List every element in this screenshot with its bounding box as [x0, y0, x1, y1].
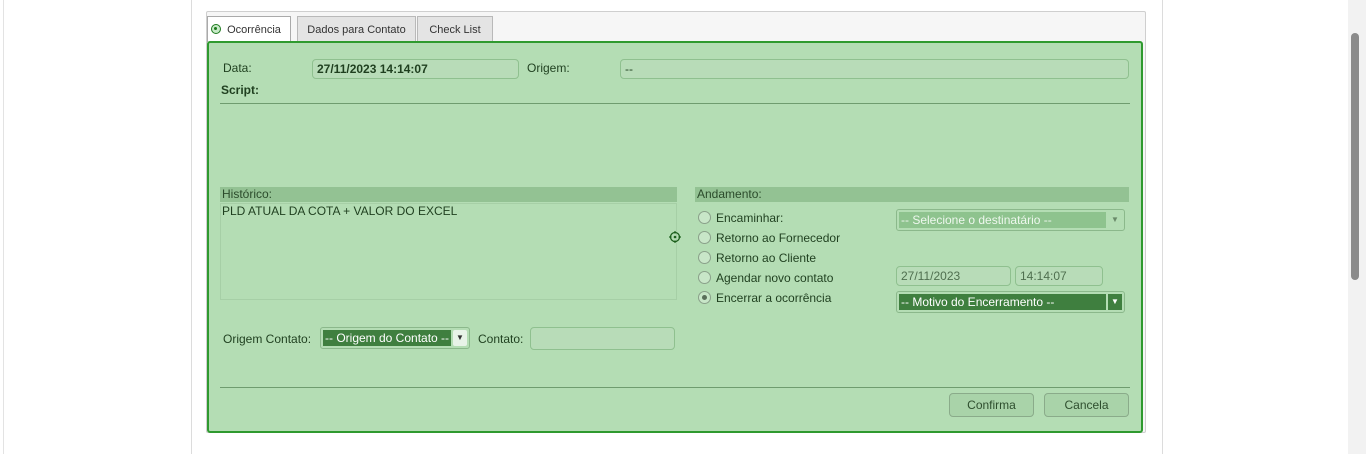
target-icon — [211, 24, 221, 34]
origem-field[interactable]: -- — [620, 59, 1129, 79]
data-field[interactable]: 27/11/2023 14:14:07 — [312, 59, 519, 79]
agendar-date-field[interactable]: 27/11/2023 — [896, 266, 1011, 286]
encaminhar-label: Encaminhar: — [716, 211, 784, 225]
motivo-encerramento-select[interactable]: -- Motivo do Encerramento -- ▼ — [896, 291, 1125, 313]
origem-contato-select-value: -- Origem do Contato -- — [323, 330, 451, 346]
tab-dados-label: Dados para Contato — [307, 24, 406, 36]
radio-encaminhar[interactable] — [698, 211, 711, 224]
radio-encerrar-ocorrencia[interactable] — [698, 291, 711, 304]
chevron-down-icon: ▼ — [1108, 294, 1122, 310]
contato-label: Contato: — [478, 332, 524, 346]
chevron-down-icon: ▼ — [453, 330, 467, 346]
cancela-button[interactable]: Cancela — [1044, 393, 1129, 417]
page-left-border — [3, 0, 4, 454]
tab-ocorrencia-label: Ocorrência — [227, 24, 281, 36]
agendar-contato-label: Agendar novo contato — [716, 271, 834, 285]
origem-label: Origem: — [527, 61, 570, 75]
historico-header: Histórico: — [220, 187, 677, 202]
radio-retorno-fornecedor[interactable] — [698, 231, 711, 244]
tab-ocorrencia[interactable]: Ocorrência — [207, 16, 291, 42]
destinatario-select-value: -- Selecione o destinatário -- — [899, 212, 1106, 228]
script-divider — [220, 103, 1130, 104]
contato-input[interactable] — [530, 327, 675, 350]
agendar-time-field[interactable]: 14:14:07 — [1015, 266, 1103, 286]
chevron-down-icon: ▼ — [1111, 215, 1119, 224]
crosshair-icon — [669, 231, 681, 243]
scrollbar-thumb[interactable] — [1351, 33, 1359, 280]
data-label: Data: — [223, 61, 252, 75]
script-label: Script: — [221, 83, 260, 97]
origem-contato-select[interactable]: -- Origem do Contato -- ▼ — [320, 327, 470, 349]
andamento-header: Andamento: — [695, 187, 1129, 202]
motivo-select-value: -- Motivo do Encerramento -- — [899, 294, 1106, 310]
confirma-button[interactable]: Confirma — [949, 393, 1034, 417]
tab-check-list[interactable]: Check List — [417, 16, 493, 41]
radio-retorno-cliente[interactable] — [698, 251, 711, 264]
radio-agendar-contato[interactable] — [698, 271, 711, 284]
origem-contato-label: Origem Contato: — [223, 332, 312, 346]
footer-divider — [220, 387, 1130, 388]
destinatario-select[interactable]: -- Selecione o destinatário -- ▼ — [896, 209, 1125, 231]
retorno-fornecedor-label: Retorno ao Fornecedor — [716, 231, 841, 245]
historico-textarea[interactable]: PLD ATUAL DA COTA + VALOR DO EXCEL — [220, 203, 677, 300]
tab-dados-para-contato[interactable]: Dados para Contato — [297, 16, 416, 41]
encerrar-ocorrencia-label: Encerrar a ocorrência — [716, 291, 832, 305]
tab-checklist-label: Check List — [429, 24, 481, 36]
retorno-cliente-label: Retorno ao Cliente — [716, 251, 817, 265]
